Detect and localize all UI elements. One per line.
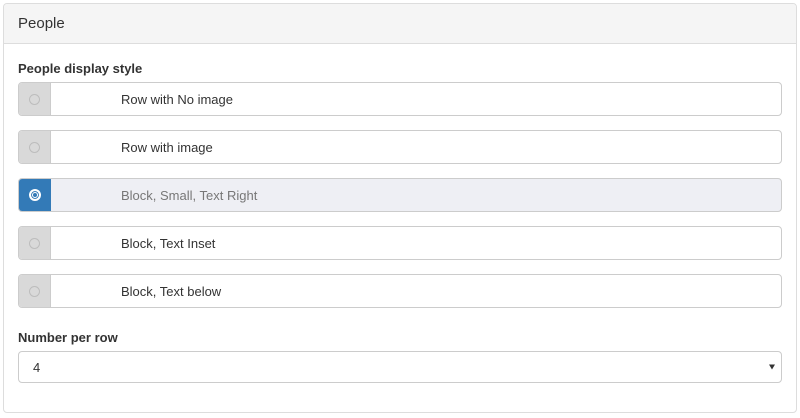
radio-addon[interactable] bbox=[19, 83, 51, 115]
display-style-option-block-small-text-right[interactable]: Block, Small, Text Right bbox=[18, 178, 782, 212]
radio-addon[interactable] bbox=[19, 131, 51, 163]
panel-body: People display style Row with No image R… bbox=[4, 61, 796, 383]
select-value: 4 bbox=[33, 359, 41, 375]
option-label: Block, Text below bbox=[121, 283, 222, 299]
panel-title: People bbox=[18, 15, 65, 32]
number-per-row-select[interactable]: 4 bbox=[18, 351, 782, 383]
radio-addon[interactable] bbox=[19, 275, 51, 307]
option-label: Row with image bbox=[121, 139, 213, 155]
number-per-row-label: Number per row bbox=[18, 330, 118, 345]
panel-heading: People bbox=[4, 4, 796, 44]
radio-button[interactable] bbox=[29, 285, 40, 297]
display-style-option-block-text-inset[interactable]: Block, Text Inset bbox=[18, 226, 782, 260]
display-style-option-block-text-below[interactable]: Block, Text below bbox=[18, 274, 782, 308]
display-style-label: People display style bbox=[18, 61, 143, 76]
caret-down-icon bbox=[769, 364, 775, 370]
radio-button-selected[interactable] bbox=[28, 189, 41, 201]
people-panel: People People display style Row with No … bbox=[3, 3, 797, 413]
option-label: Block, Small, Text Right bbox=[121, 187, 258, 203]
radio-addon[interactable] bbox=[19, 179, 51, 211]
display-style-option-row-with-image[interactable]: Row with image bbox=[18, 130, 782, 164]
radio-button[interactable] bbox=[29, 93, 40, 105]
option-label: Row with No image bbox=[121, 91, 233, 107]
option-label: Block, Text Inset bbox=[121, 235, 216, 251]
radio-addon[interactable] bbox=[19, 227, 51, 259]
display-style-option-row-no-image[interactable]: Row with No image bbox=[18, 82, 782, 116]
radio-button[interactable] bbox=[29, 237, 40, 249]
radio-button[interactable] bbox=[29, 141, 40, 153]
